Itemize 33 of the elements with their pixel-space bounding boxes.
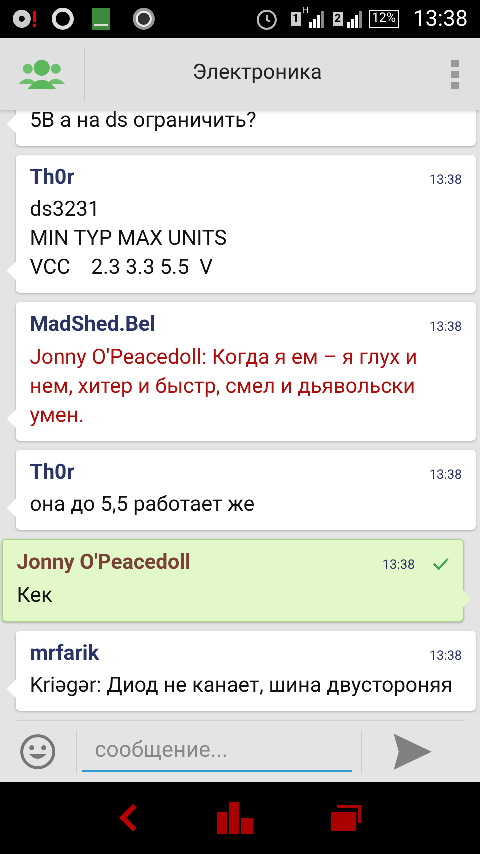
message-time: 13:38 (430, 648, 462, 666)
message-time: 13:38 (382, 557, 415, 575)
message-text: Kriəgər: Диод не канает, шина двустороняя (30, 673, 454, 700)
sender-name: Jonny O'Peacedoll (17, 550, 191, 577)
recent-apps-icon[interactable] (331, 805, 361, 831)
alarm-icon (254, 7, 279, 31)
sim-label: 1 (290, 12, 302, 26)
signal-icon (347, 10, 364, 28)
message-time: 13:38 (430, 172, 462, 190)
clock: 13:38 (413, 6, 468, 34)
battery-saver-icon (92, 8, 110, 30)
sender-name: Th0r (30, 164, 75, 192)
coin-icon (132, 7, 156, 31)
home-icon[interactable] (217, 802, 253, 834)
message-text: Кек (17, 582, 54, 610)
sender-name: Th0r (30, 460, 75, 486)
message-time: 13:38 (430, 319, 462, 337)
battery-indicator: 12% (369, 10, 400, 28)
sender-name: mrfarik (30, 640, 100, 668)
network-type: H (303, 5, 309, 17)
chat-title: Электроника (192, 60, 324, 88)
sender-name: MadShed.Bel (30, 312, 156, 339)
message-text: она до 5,5 работает же (30, 492, 256, 519)
message-text: Jonny O'Peacedoll: Когда я ем – я глух и нем, хитер и быстр, смел и дьявольски умен. (30, 344, 419, 430)
sim-label: 2 (332, 12, 344, 26)
signal-icon (308, 10, 325, 28)
record-icon (12, 8, 38, 30)
message-time: 13:38 (430, 466, 462, 484)
message-text: 5В а на ds ограничить? (30, 110, 258, 134)
ring-icon (52, 8, 74, 30)
message-text: ds3231 MIN TYP MAX UNITS VCC 2.3 3.3 5.5 V (30, 197, 228, 282)
message-field[interactable]: сообщение... (82, 732, 352, 772)
back-icon[interactable] (119, 804, 139, 832)
